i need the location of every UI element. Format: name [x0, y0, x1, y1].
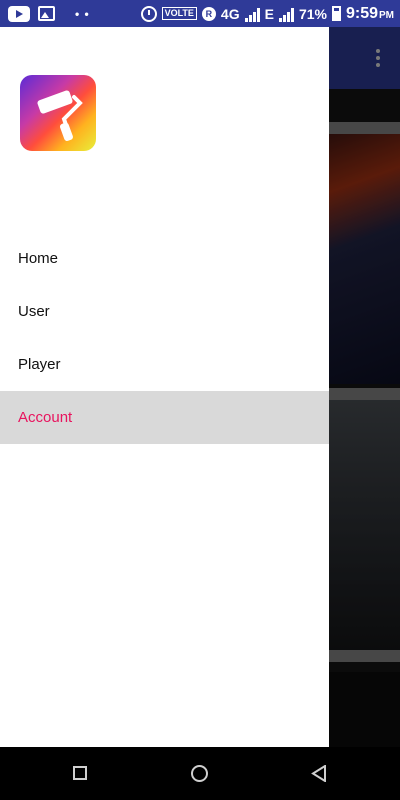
status-bar-left: • • [8, 5, 90, 22]
battery-icon [331, 6, 341, 21]
home-circle-icon[interactable] [191, 765, 208, 782]
paint-roller-icon [20, 75, 96, 151]
screen: • • VOLTE R 4G E 71% 9:59PM Home User Pl… [0, 0, 400, 800]
signal-icon [244, 6, 260, 22]
back-triangle-icon[interactable] [311, 764, 328, 783]
drawer-item-label: Account [18, 409, 73, 426]
alarm-icon [140, 5, 157, 22]
navigation-drawer: Home User Player Account [0, 27, 329, 747]
clock: 9:59PM [346, 5, 394, 23]
network2-type-label: E [264, 5, 274, 22]
drawer-menu: Home User Player Account [0, 232, 329, 444]
drawer-item-label: Player [18, 356, 61, 373]
system-navigation-bar [0, 747, 400, 800]
roaming-icon: R [201, 6, 216, 21]
drawer-item-label: User [18, 303, 50, 320]
status-bar-right: VOLTE R 4G E 71% 9:59PM [140, 5, 394, 23]
drawer-item-account[interactable]: Account [0, 391, 329, 444]
volte-badge: VOLTE [161, 7, 197, 20]
signal2-icon [278, 6, 294, 22]
status-bar: • • VOLTE R 4G E 71% 9:59PM [0, 0, 400, 27]
clock-time: 9:59 [345, 4, 378, 22]
network-type-label: 4G [220, 5, 240, 22]
clock-ampm: PM [379, 9, 394, 21]
battery-percent: 71% [298, 5, 327, 22]
drawer-item-label: Home [18, 250, 59, 267]
drawer-item-user[interactable]: User [0, 285, 329, 338]
image-icon [38, 6, 55, 21]
more-notifications-icon: • • [75, 6, 90, 21]
drawer-item-home[interactable]: Home [0, 232, 329, 285]
recents-square-icon[interactable] [73, 766, 87, 780]
drawer-item-player[interactable]: Player [0, 338, 329, 391]
youtube-icon [8, 5, 30, 22]
